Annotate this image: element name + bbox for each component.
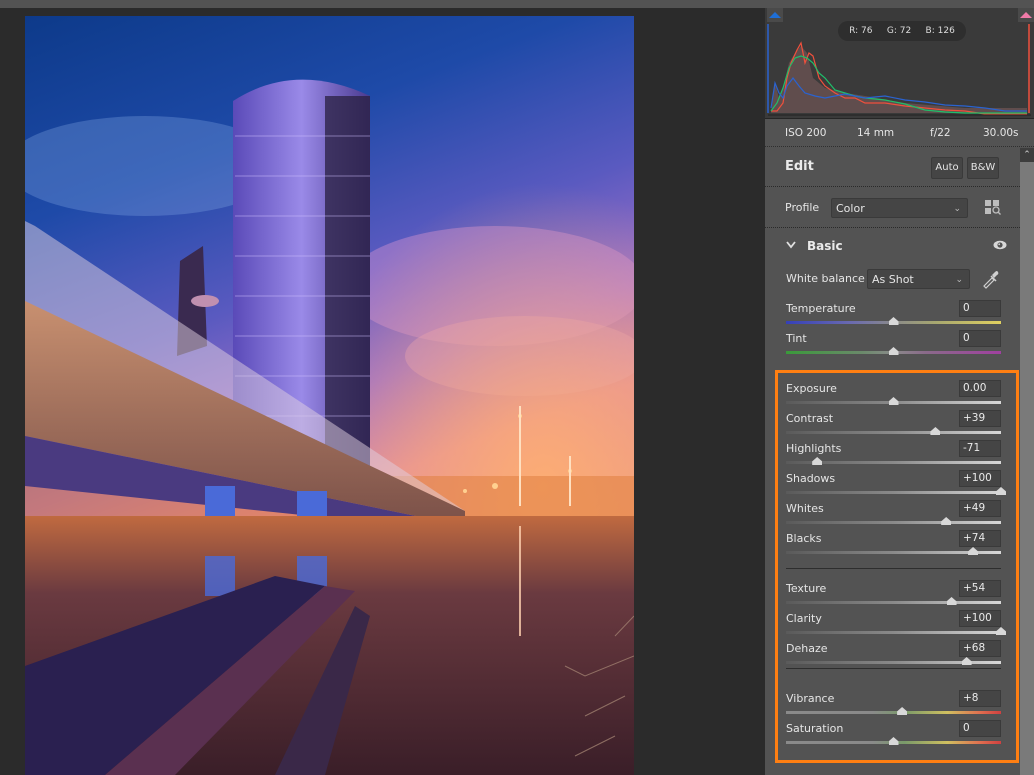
highlights-value-field[interactable]: -71 <box>959 440 1001 457</box>
slider-texture: Texture +54 <box>765 580 1020 610</box>
whites-track[interactable] <box>786 521 1001 524</box>
texture-track[interactable] <box>786 601 1001 604</box>
slider-vibrance: Vibrance +8 <box>765 690 1020 720</box>
tint-thumb[interactable] <box>888 347 899 355</box>
exposure-thumb[interactable] <box>888 397 899 405</box>
clarity-thumb[interactable] <box>996 627 1006 635</box>
chevron-down-icon: ⌄ <box>955 275 963 285</box>
visibility-eye-icon[interactable] <box>993 240 1007 250</box>
camera-info: ISO 200 14 mm f/22 30.00s <box>765 120 1034 147</box>
slider-shadows: Shadows +100 <box>765 470 1020 500</box>
white-balance-dropdown[interactable]: As Shot ⌄ <box>867 269 970 289</box>
tint-label: Tint <box>786 332 807 345</box>
exposure-label: Exposure <box>786 382 837 395</box>
shadows-thumb[interactable] <box>996 487 1006 495</box>
highlight-clipping-toggle[interactable] <box>1018 8 1034 22</box>
eyedropper-icon[interactable] <box>981 269 999 289</box>
vibrance-label: Vibrance <box>786 692 835 705</box>
readout-g: G: 72 <box>886 26 912 36</box>
slider-saturation: Saturation 0 <box>765 720 1020 750</box>
vibrance-track[interactable] <box>786 711 1001 714</box>
blacks-label: Blacks <box>786 532 822 545</box>
profile-browser-icon[interactable] <box>985 200 1001 216</box>
slider-clarity: Clarity +100 <box>765 610 1020 640</box>
saturation-label: Saturation <box>786 722 844 735</box>
dehaze-label: Dehaze <box>786 642 828 655</box>
profile-label: Profile <box>785 201 820 214</box>
section-divider <box>786 568 1001 569</box>
shadows-track[interactable] <box>786 491 1001 494</box>
iso-value: ISO 200 <box>785 127 827 139</box>
readout-b: B: 126 <box>925 26 955 36</box>
auto-button[interactable]: Auto <box>931 157 963 179</box>
texture-thumb[interactable] <box>946 597 957 605</box>
clarity-label: Clarity <box>786 612 822 625</box>
highlight-clip-icon <box>1020 12 1032 18</box>
basic-section-header[interactable]: Basic <box>765 228 1020 258</box>
edit-title: Edit <box>785 159 814 174</box>
saturation-value-field[interactable]: 0 <box>959 720 1001 737</box>
slider-highlights: Highlights -71 <box>765 440 1020 470</box>
clarity-track[interactable] <box>786 631 1001 634</box>
whites-label: Whites <box>786 502 824 515</box>
top-bar <box>0 0 1034 8</box>
edit-header: Edit Auto B&W <box>765 148 1020 187</box>
scroll-up-arrow-icon[interactable]: ⌃ <box>1020 148 1034 162</box>
saturation-thumb[interactable] <box>888 737 899 745</box>
shadow-clipping-toggle[interactable] <box>767 8 783 22</box>
texture-label: Texture <box>786 582 827 595</box>
vibrance-value-field[interactable]: +8 <box>959 690 1001 707</box>
blacks-value-field[interactable]: +74 <box>959 530 1001 547</box>
photo-preview[interactable] <box>25 16 634 775</box>
highlights-thumb[interactable] <box>812 457 823 465</box>
profile-section: Profile Color ⌄ <box>765 187 1020 228</box>
white-balance-label: White balance <box>786 272 865 285</box>
slider-temperature: Temperature 0 <box>765 300 1020 330</box>
contrast-label: Contrast <box>786 412 834 425</box>
shutter-speed: 30.00s <box>983 127 1019 139</box>
basic-title: Basic <box>807 239 843 253</box>
chevron-down-icon: ⌄ <box>953 204 961 214</box>
temperature-label: Temperature <box>786 302 856 315</box>
whites-value-field[interactable]: +49 <box>959 500 1001 517</box>
tint-value-field[interactable]: 0 <box>959 330 1001 347</box>
contrast-thumb[interactable] <box>930 427 941 435</box>
slider-whites: Whites +49 <box>765 500 1020 530</box>
exposure-value-field[interactable]: 0.00 <box>959 380 1001 397</box>
profile-value: Color <box>836 202 865 215</box>
focal-length: 14 mm <box>857 127 895 139</box>
temperature-thumb[interactable] <box>888 317 899 325</box>
clarity-value-field[interactable]: +100 <box>959 610 1001 627</box>
contrast-track[interactable] <box>786 431 1001 434</box>
shadows-label: Shadows <box>786 472 836 485</box>
dehaze-thumb[interactable] <box>961 657 972 665</box>
highlights-label: Highlights <box>786 442 842 455</box>
dehaze-value-field[interactable]: +68 <box>959 640 1001 657</box>
section-divider <box>786 668 1001 669</box>
slider-contrast: Contrast +39 <box>765 410 1020 440</box>
blacks-thumb[interactable] <box>968 547 979 555</box>
shadow-clip-icon <box>769 12 781 18</box>
white-balance-value: As Shot <box>872 273 914 286</box>
panel-scrollbar[interactable] <box>1020 148 1034 775</box>
edit-panel: Edit Auto B&W Profile Color ⌄ Basic Whit… <box>765 148 1020 775</box>
collapse-chevron-icon[interactable] <box>786 241 796 249</box>
slider-exposure: Exposure 0.00 <box>765 380 1020 410</box>
photo-image <box>25 16 634 775</box>
slider-dehaze: Dehaze +68 <box>765 640 1020 670</box>
contrast-value-field[interactable]: +39 <box>959 410 1001 427</box>
temperature-value-field[interactable]: 0 <box>959 300 1001 317</box>
slider-tint: Tint 0 <box>765 330 1020 360</box>
shadows-value-field[interactable]: +100 <box>959 470 1001 487</box>
aperture: f/22 <box>930 127 951 139</box>
texture-value-field[interactable]: +54 <box>959 580 1001 597</box>
whites-thumb[interactable] <box>941 517 952 525</box>
vibrance-thumb[interactable] <box>897 707 908 715</box>
bw-button[interactable]: B&W <box>967 157 999 179</box>
slider-blacks: Blacks +74 <box>765 530 1020 560</box>
profile-dropdown[interactable]: Color ⌄ <box>831 198 968 218</box>
rgb-readout: R: 76 G: 72 B: 126 <box>838 21 966 41</box>
readout-r: R: 76 <box>849 26 873 36</box>
